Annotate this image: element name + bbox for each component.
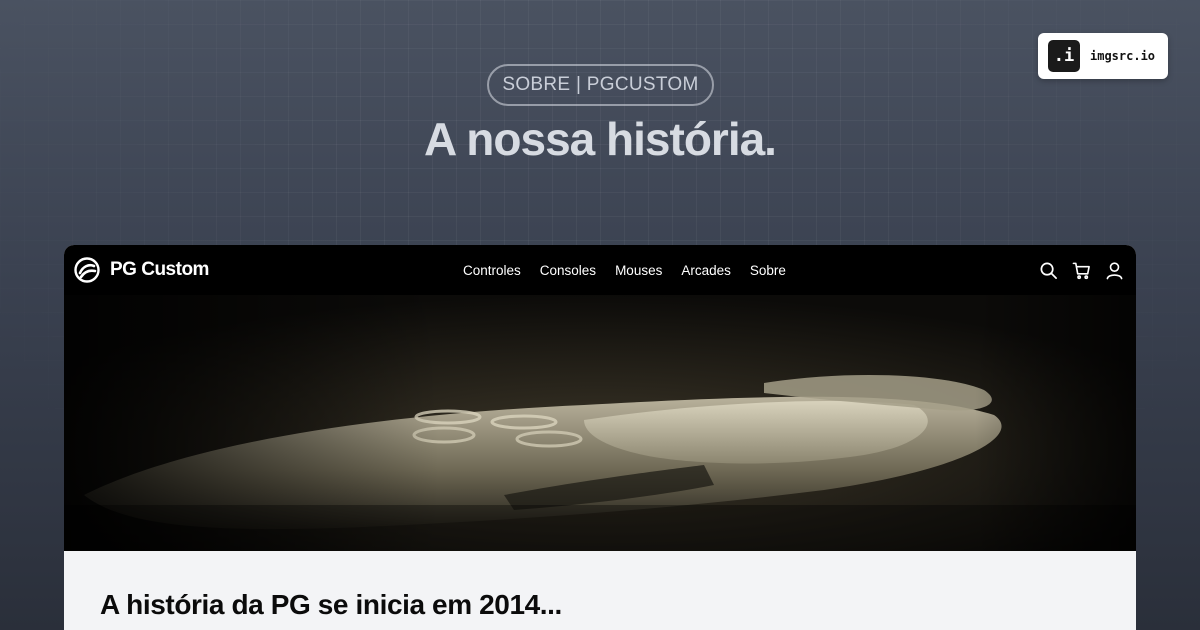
brand-logo-icon [74, 257, 100, 283]
page-headline: A nossa história. [424, 113, 777, 165]
main-menu: Controles Consoles Mouses Arcades Sobre [463, 245, 786, 295]
menu-item-mouses[interactable]: Mouses [615, 263, 662, 278]
site-logo[interactable]: PG Custom [74, 257, 209, 283]
brand-name: PG Custom [110, 259, 209, 280]
imgsrc-label: imgsrc.io [1090, 49, 1156, 63]
menu-item-consoles[interactable]: Consoles [540, 263, 596, 278]
section-pill: SOBRE | PGCUSTOM [487, 64, 714, 106]
user-icon[interactable] [1105, 261, 1124, 280]
menu-item-arcades[interactable]: Arcades [681, 263, 731, 278]
controller-photo [64, 295, 1136, 551]
about-content: A história da PG se inicia em 2014... [64, 551, 1136, 630]
hero-image [64, 295, 1136, 551]
site-navbar: PG Custom Controles Consoles Mouses Arca… [64, 245, 1136, 295]
website-preview: PG Custom Controles Consoles Mouses Arca… [64, 245, 1136, 630]
search-icon[interactable] [1039, 261, 1058, 280]
menu-item-sobre[interactable]: Sobre [750, 263, 786, 278]
imgsrc-badge[interactable]: .i imgsrc.io [1038, 33, 1168, 79]
section-title: A história da PG se inicia em 2014... [100, 589, 562, 620]
nav-actions [1039, 245, 1124, 295]
menu-item-controles[interactable]: Controles [463, 263, 521, 278]
cart-icon[interactable] [1072, 261, 1091, 280]
imgsrc-logo-icon: .i [1048, 40, 1080, 72]
